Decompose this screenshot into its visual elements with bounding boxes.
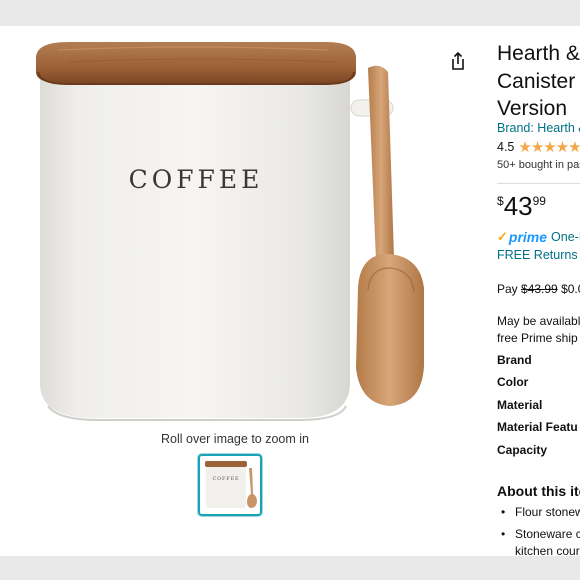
list-item: • Flour stonew: [497, 504, 580, 522]
availability-line: May be availabl: [497, 314, 580, 328]
list-item: kitchen cour: [497, 543, 580, 556]
product-page: COFFEE Roll over image to zoom in COFFEE…: [0, 26, 580, 556]
product-image[interactable]: COFFEE: [28, 28, 440, 438]
bullet-text: kitchen cour: [515, 544, 580, 556]
about-heading: About this ite: [497, 483, 580, 499]
free-returns-label: FREE Returns: [497, 248, 578, 262]
about-bullets: • Flour stonew • Stoneware c kitchen cour: [497, 504, 580, 556]
rating-value: 4.5: [497, 140, 515, 154]
price-fraction: 99: [532, 194, 546, 208]
bullet-text: Flour stonew: [515, 505, 580, 519]
share-icon[interactable]: [447, 50, 469, 72]
bought-count: 50+ bought in pas: [497, 159, 580, 171]
spec-table: Brand Color Material Material Featu Capa…: [497, 353, 578, 465]
pay-old-price: $43.99: [521, 282, 558, 296]
one-day-delivery: One-D: [551, 230, 580, 244]
prime-check-icon: ✓: [497, 229, 508, 244]
prime-logo: prime: [508, 229, 548, 245]
spec-label-material-feature: Material Featu: [497, 420, 578, 435]
divider: [497, 183, 580, 184]
thumbnail-label: COFFEE: [213, 476, 240, 482]
list-item: • Stoneware c: [497, 526, 580, 544]
star-rating-icon: ★★★★★: [518, 139, 580, 156]
price: $ 43 99: [497, 191, 546, 221]
spec-label-color: Color: [497, 375, 529, 390]
title-line: Version: [497, 97, 568, 120]
availability-line: free Prime ship: [497, 331, 578, 345]
spec-label-material: Material: [497, 397, 543, 412]
brand-link[interactable]: Brand: Hearth &: [497, 121, 580, 135]
thumbnail-image: COFFEE: [205, 461, 257, 508]
zoom-hint: Roll over image to zoom in: [161, 432, 309, 446]
price-currency: $: [497, 194, 504, 208]
jar-label-text: COFFEE: [129, 165, 264, 194]
thumbnail-1[interactable]: COFFEE: [198, 454, 262, 516]
spec-label-capacity: Capacity: [497, 442, 548, 457]
spec-label-brand: Brand: [497, 353, 532, 367]
product-title[interactable]: Hearth & Canister Version: [497, 40, 580, 123]
free-returns-link[interactable]: FREE Returns: [497, 248, 580, 262]
pay-line: Pay $43.99 $0.0: [497, 282, 580, 296]
pay-new-price: $0.0: [561, 282, 580, 296]
title-line: Canister: [497, 69, 576, 93]
availability-note: May be availabl free Prime ship: [497, 313, 580, 347]
bullet-text: Stoneware c: [515, 526, 580, 541]
title-line: Hearth &: [497, 42, 580, 65]
price-whole: 43: [503, 191, 533, 221]
pay-prefix: Pay: [497, 282, 518, 296]
rating-row[interactable]: 4.5 ★★★★★: [497, 138, 580, 156]
prime-row[interactable]: ✓ prime One-D: [497, 229, 580, 245]
